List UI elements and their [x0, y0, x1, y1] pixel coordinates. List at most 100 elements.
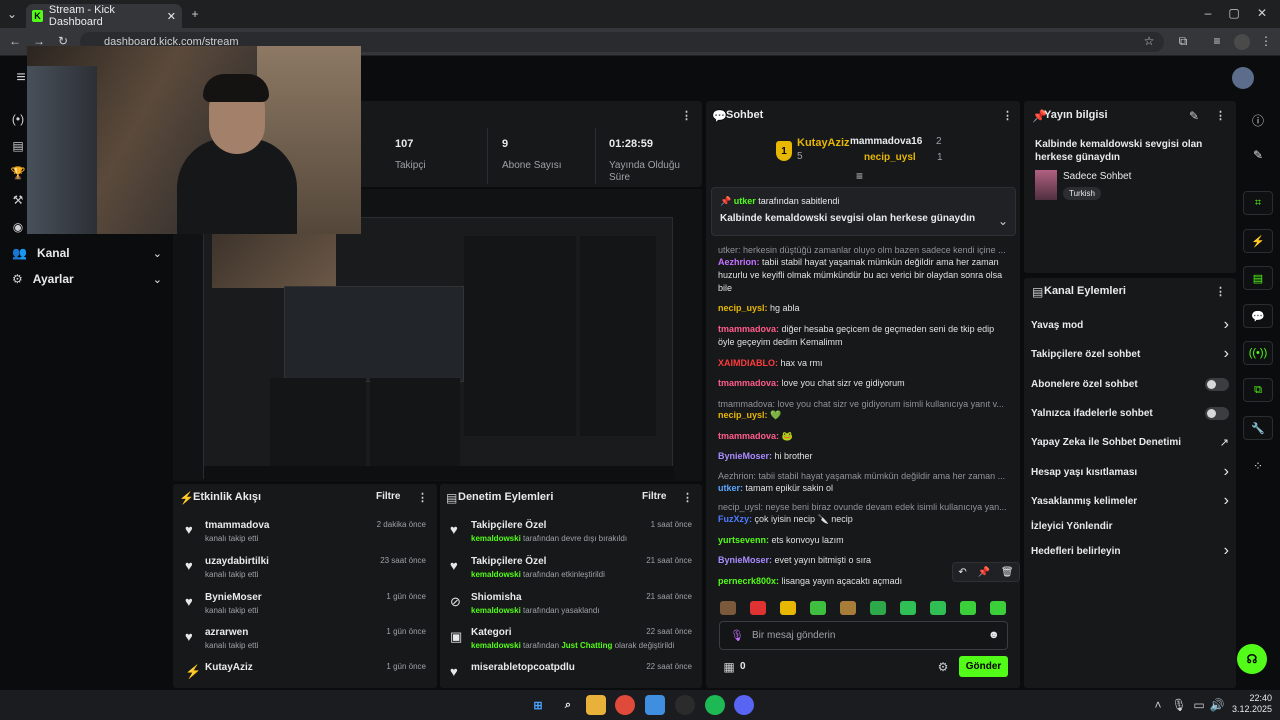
expand-pinned-icon[interactable]: ⌄ [998, 214, 1008, 228]
activity-user[interactable]: BynieMoser [205, 592, 262, 603]
emote[interactable] [810, 601, 826, 615]
tools-icon[interactable]: ⚒ [10, 193, 26, 207]
category-name[interactable]: Just Chatting [561, 641, 612, 650]
emote[interactable] [720, 601, 736, 615]
tab-list-icon[interactable]: ⌄ [4, 6, 20, 22]
pin-message-icon[interactable]: 📌 [978, 567, 990, 578]
more-icon[interactable]: ⁘ [1250, 459, 1266, 473]
rail-button-chat[interactable]: 💬 [1243, 304, 1273, 328]
reply-icon[interactable]: ↶ [958, 567, 966, 578]
volume-icon[interactable]: 🔊 [1210, 698, 1225, 712]
emote[interactable] [960, 601, 976, 615]
moderator-name[interactable]: kemaldowski [471, 641, 521, 650]
back-icon[interactable]: ← [8, 34, 22, 48]
chat-username[interactable]: necip_uysl [718, 410, 765, 420]
activity-user[interactable]: uzaydabirtilki [205, 556, 269, 567]
toggle-switch[interactable] [1205, 377, 1229, 391]
stream-info-menu-icon[interactable]: ⋮ [1215, 109, 1226, 122]
chat-settings-icon[interactable]: ⚙ [936, 660, 950, 674]
moderation-filter-button[interactable]: Filtre [642, 491, 666, 502]
send-button[interactable]: Gönder [959, 656, 1008, 677]
chevron-right-icon[interactable]: › [1224, 492, 1229, 510]
chat-menu-icon[interactable]: ⋮ [1002, 109, 1013, 122]
moderator-name[interactable]: kemaldowski [471, 606, 521, 615]
chat-username[interactable]: tmammadova [718, 324, 776, 334]
obs-icon[interactable] [675, 695, 695, 715]
info-icon[interactable]: ⓘ [1250, 112, 1266, 129]
leader-name[interactable]: mammadova16 [850, 136, 922, 147]
emote[interactable] [900, 601, 916, 615]
chat-message[interactable]: necip_uysl: hg abla [718, 302, 1008, 315]
search-icon[interactable]: ⌕ [558, 695, 578, 715]
edit-icon[interactable]: ✎ [1189, 109, 1199, 123]
channel-action-item[interactable]: Hesap yaşı kısıtlaması › [1031, 463, 1229, 481]
moderator-name[interactable]: kemaldowski [471, 570, 521, 579]
activity-menu-icon[interactable]: ⋮ [417, 491, 428, 504]
support-button[interactable]: ☊ [1237, 644, 1267, 674]
channel-action-item[interactable]: Yapay Zeka ile Sohbet Denetimi ↗ [1031, 435, 1229, 449]
stream-icon[interactable]: (•) [10, 112, 26, 126]
maximize-icon[interactable]: ▢ [1226, 6, 1242, 20]
channel-actions-menu-icon[interactable]: ⋮ [1215, 285, 1226, 298]
emote[interactable] [870, 601, 886, 615]
clock[interactable]: 22:40 3.12.2025 [1232, 693, 1272, 715]
emote[interactable] [990, 601, 1006, 615]
chat-username[interactable]: BynieMoser [718, 451, 769, 461]
emoji-icon[interactable]: ☻ [988, 629, 1000, 641]
delete-icon[interactable]: 🗑 [1001, 567, 1014, 578]
user-avatar[interactable] [1232, 67, 1254, 89]
windows-start-icon[interactable]: ⊞ [528, 695, 548, 715]
chat-username[interactable]: yurtsevenn [718, 535, 766, 545]
media-icon[interactable]: ≡ [1210, 34, 1224, 48]
chat-message[interactable]: Aezhrion: tabii stabil hayat yaşamak müm… [718, 256, 1008, 295]
chat-username[interactable]: tmammadova [718, 378, 776, 388]
tab-close-icon[interactable]: ✕ [167, 10, 176, 23]
toggle-switch[interactable] [1205, 406, 1229, 420]
channel-action-item[interactable]: Yasaklanmış kelimeler › [1031, 492, 1229, 510]
external-link-icon[interactable]: ↗ [1220, 436, 1229, 449]
chat-username[interactable]: necip_uysl [718, 303, 765, 313]
activity-user[interactable]: azrarwen [205, 627, 248, 638]
chat-message[interactable]: BynieMoser: hi brother [718, 450, 1008, 463]
emote[interactable] [750, 601, 766, 615]
emote[interactable] [780, 601, 796, 615]
emote[interactable] [840, 601, 856, 615]
new-tab-button[interactable]: + [188, 6, 202, 22]
rail-button-notes[interactable]: ▤ [1243, 266, 1273, 290]
pinned-message[interactable]: 📌 utker tarafından sabitlendi Kalbinde k… [711, 187, 1016, 236]
microphone-icon[interactable]: 🎙 [730, 629, 744, 642]
chevron-right-icon[interactable]: › [1224, 316, 1229, 334]
chat-username[interactable]: BynieMoser [718, 555, 769, 565]
discord-icon[interactable] [734, 695, 754, 715]
chat-message[interactable]: tmammadova: diğer hesaba geçicem de geçm… [718, 323, 1008, 349]
chat-username[interactable]: XAIMDIABLO [718, 358, 775, 368]
chat-message[interactable]: XAIMDIABLO: hax va rmı [718, 357, 1008, 370]
microphone-tray-icon[interactable]: 🎙 [1171, 698, 1186, 712]
chat-message[interactable]: necip_uysl: 💚 [718, 409, 1008, 422]
channel-action-item[interactable]: İzleyici Yönlendir [1031, 519, 1229, 533]
chevron-right-icon[interactable]: › [1224, 542, 1229, 560]
chat-username[interactable]: utker [718, 483, 740, 493]
chat-input[interactable]: 🎙 Bir mesaj gönderin ☻ [719, 621, 1008, 650]
dashboard-icon[interactable]: ▤ [10, 139, 26, 153]
rail-button-capture[interactable]: ⌗ [1243, 191, 1273, 215]
tray-chevron-icon[interactable]: ˄ [1152, 698, 1164, 712]
channel-action-item[interactable]: Takipçilere özel sohbet › [1031, 345, 1229, 362]
chat-message[interactable]: utker: tamam epikür sakin ol [718, 482, 1008, 495]
rail-button-layout[interactable]: ⧉ [1243, 378, 1273, 402]
browser-tab[interactable]: K Stream - Kick Dashboard ✕ [26, 4, 182, 28]
edit-pen-icon[interactable]: ✎ [1250, 148, 1266, 162]
trophy-icon[interactable]: 🏆 [10, 166, 26, 180]
network-icon[interactable]: ▭ [1193, 698, 1205, 712]
chat-username[interactable]: Aezhrion [718, 257, 757, 267]
chevron-right-icon[interactable]: › [1224, 463, 1229, 481]
chat-message[interactable]: tmammadova: love you chat sizr ve gidiyo… [718, 377, 1008, 390]
leader-name[interactable]: KutayAziz [797, 137, 850, 149]
profile-avatar[interactable] [1234, 34, 1250, 50]
nav-settings[interactable]: ⚙ Ayarlar ⌄ [12, 272, 162, 286]
webcam-overlay[interactable] [27, 46, 361, 234]
nav-channel[interactable]: 👥 Kanal ⌄ [12, 246, 162, 260]
chat-username[interactable]: tmammadova [718, 431, 776, 441]
channel-action-item[interactable]: Yavaş mod › [1031, 316, 1229, 334]
file-explorer-icon[interactable] [586, 695, 606, 715]
